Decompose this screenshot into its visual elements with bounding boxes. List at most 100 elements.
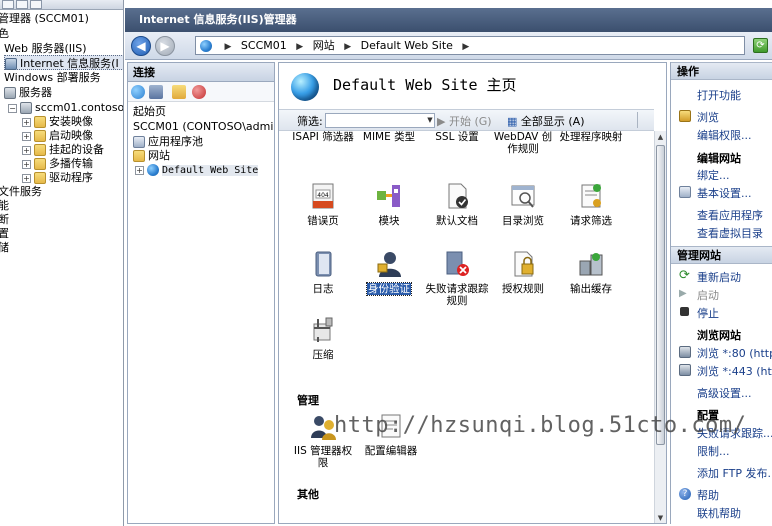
conn-default-web-site[interactable]: + Default Web Site <box>135 162 259 177</box>
feature-authorization-rules[interactable]: 授权规则 <box>491 249 555 295</box>
site-globe-icon <box>147 164 159 176</box>
feature-modules[interactable]: 模块 <box>357 181 421 227</box>
edit-permissions-link[interactable]: 编辑权限... <box>697 127 752 143</box>
forward-button[interactable]: ▶ <box>155 36 175 56</box>
group-by-dropdown[interactable] <box>637 112 649 128</box>
feature-failed-request-tracing[interactable]: 失败请求跟踪规则 <box>425 249 489 307</box>
restart-link[interactable]: 重新启动 <box>697 269 741 285</box>
tree-item-drivers[interactable]: + 驱动程序 <box>22 170 93 185</box>
online-help-link[interactable]: 联机帮助 <box>697 505 741 521</box>
conn-app-pools[interactable]: 应用程序池 <box>133 134 203 149</box>
breadcrumb-item-sites[interactable]: 网站 <box>313 39 335 52</box>
feature-compression[interactable]: 压缩 <box>291 315 355 361</box>
breadcrumb-arrow-icon[interactable]: ▶ <box>462 42 469 52</box>
feature-default-document[interactable]: 默认文档 <box>425 181 489 227</box>
toolbar-button-1[interactable] <box>2 0 14 9</box>
tree-item-storage[interactable]: 储 <box>0 240 9 255</box>
expand-icon[interactable]: + <box>22 117 31 127</box>
conn-sites[interactable]: 网站 <box>133 148 170 163</box>
stop-link[interactable]: 停止 <box>697 305 719 321</box>
tree-item-wds[interactable]: Windows 部署服务 <box>4 70 101 85</box>
refresh-button[interactable]: ⟳ <box>753 38 768 53</box>
breadcrumb-item-server[interactable]: SCCM01 <box>241 39 287 52</box>
up-folder-icon[interactable] <box>172 85 186 99</box>
browse-port-443-link[interactable]: 浏览 *:443 (https) <box>697 363 772 379</box>
limits-link[interactable]: 限制... <box>697 443 730 459</box>
tree-item-iis-manager[interactable]: Internet 信息服务(I <box>4 55 123 70</box>
toolbar-button-3[interactable] <box>30 0 42 9</box>
feature-directory-browsing[interactable]: 目录浏览 <box>491 181 555 227</box>
feature-output-caching[interactable]: 输出缓存 <box>559 249 623 295</box>
tree-item-sccm01[interactable]: − sccm01.contoso. <box>8 100 123 115</box>
feature-isapi-filters[interactable]: ISAPI 筛选器 <box>291 131 355 143</box>
features-grid: ISAPI 筛选器 MIME 类型 SSL 设置 WebDAV 创作规则 处理程… <box>279 131 654 523</box>
add-ftp-publishing-link[interactable]: 添加 FTP 发布... <box>697 465 772 481</box>
open-feature-link[interactable]: 打开功能 <box>697 87 741 103</box>
disconnect-icon[interactable] <box>192 85 206 99</box>
tree-item-multicast[interactable]: + 多播传输 <box>22 156 93 171</box>
advanced-settings-link[interactable]: 高级设置... <box>697 385 752 401</box>
tree-item-pending-devices[interactable]: + 挂起的设备 <box>22 142 104 157</box>
tree-item-web-server[interactable]: Web 服务器(IIS) <box>4 41 87 56</box>
actions-header: 操作 <box>671 62 772 80</box>
feature-webdav-authoring[interactable]: WebDAV 创作规则 <box>491 131 555 155</box>
view-applications-link[interactable]: 查看应用程序 <box>697 207 763 223</box>
go-button[interactable]: ▶ 开始 (G) <box>437 113 492 129</box>
breadcrumb-item-site[interactable]: Default Web Site <box>361 39 453 52</box>
conn-server-node[interactable]: SCCM01 (CONTOSO\administra <box>133 119 274 134</box>
site-home-header: Default Web Site 主页 <box>279 63 666 109</box>
tree-item-features[interactable]: 能 <box>0 198 9 213</box>
tree-item-install-images[interactable]: + 安装映像 <box>22 114 93 129</box>
feature-authentication[interactable]: 身份验证 <box>357 249 421 296</box>
tree-item-configuration[interactable]: 置 <box>0 226 9 241</box>
basic-settings-link[interactable]: 基本设置... <box>697 185 752 201</box>
breadcrumb[interactable]: ▶ SCCM01 ▶ 网站 ▶ Default Web Site ▶ <box>195 36 745 55</box>
back-button[interactable]: ◀ <box>131 36 151 56</box>
feature-logging[interactable]: 日志 <box>291 249 355 295</box>
breadcrumb-arrow-icon[interactable]: ▶ <box>225 42 232 52</box>
folder-icon <box>34 158 46 170</box>
feature-request-filtering[interactable]: 请求筛选 <box>559 181 623 227</box>
filter-dropdown-icon[interactable]: ▼ <box>425 113 435 128</box>
error-page-icon: 404 <box>308 181 338 211</box>
expand-icon[interactable]: + <box>22 173 31 183</box>
save-icon[interactable] <box>149 85 163 99</box>
bindings-link[interactable]: 绑定... <box>697 167 730 183</box>
help-link[interactable]: 帮助 <box>697 487 719 503</box>
collapse-icon[interactable]: − <box>8 103 17 113</box>
breadcrumb-arrow-icon[interactable]: ▶ <box>344 42 351 52</box>
breadcrumb-arrow-icon[interactable]: ▶ <box>296 42 303 52</box>
browse-port-80-link[interactable]: 浏览 *:80 (http) <box>697 345 772 361</box>
scroll-thumb[interactable] <box>656 145 665 445</box>
expand-icon[interactable]: + <box>135 165 144 175</box>
watermark: http://hzsunqi.blog.51cto.com/ <box>334 413 747 438</box>
tree-item-file-services[interactable]: 文件服务 <box>0 184 42 199</box>
feature-ssl-settings[interactable]: SSL 设置 <box>425 131 489 143</box>
feature-mime-types[interactable]: MIME 类型 <box>357 131 421 143</box>
expand-icon[interactable]: + <box>22 145 31 155</box>
filter-bar: 筛选: ▼ ▶ 开始 (G) ▦ 全部显示 (A) <box>279 109 654 131</box>
start-link[interactable]: 启动 <box>697 287 719 303</box>
tree-item-roles[interactable]: 色 <box>0 26 9 41</box>
connect-icon[interactable] <box>131 85 145 99</box>
globe-icon <box>200 40 212 52</box>
expand-icon[interactable]: + <box>22 159 31 169</box>
expand-icon[interactable]: + <box>22 131 31 141</box>
scroll-up-icon[interactable]: ▲ <box>656 132 665 142</box>
features-scrollbar[interactable]: ▲ ▼ <box>654 131 666 523</box>
start-icon: ▶ <box>679 288 687 299</box>
tree-item-server-manager[interactable]: 管理器 (SCCM01) <box>0 11 89 26</box>
browse-link[interactable]: 浏览 <box>697 109 719 125</box>
view-virtual-directories-link[interactable]: 查看虚拟目录 <box>697 225 763 241</box>
tree-item-diagnostics[interactable]: 断 <box>0 212 9 227</box>
tree-item-boot-images[interactable]: + 启动映像 <box>22 128 93 143</box>
toolbar-button-2[interactable] <box>16 0 28 9</box>
edit-site-section: 编辑网站 <box>697 152 741 165</box>
feature-error-pages[interactable]: 404 错误页 <box>291 181 355 227</box>
conn-start-page[interactable]: 起始页 <box>133 104 166 119</box>
tree-item-servers[interactable]: 服务器 <box>4 85 52 100</box>
show-all-button[interactable]: ▦ 全部显示 (A) <box>507 113 585 129</box>
feature-handler-mappings[interactable]: 处理程序映射 <box>559 131 623 143</box>
scroll-down-icon[interactable]: ▼ <box>656 513 665 523</box>
filter-input[interactable] <box>325 113 435 128</box>
